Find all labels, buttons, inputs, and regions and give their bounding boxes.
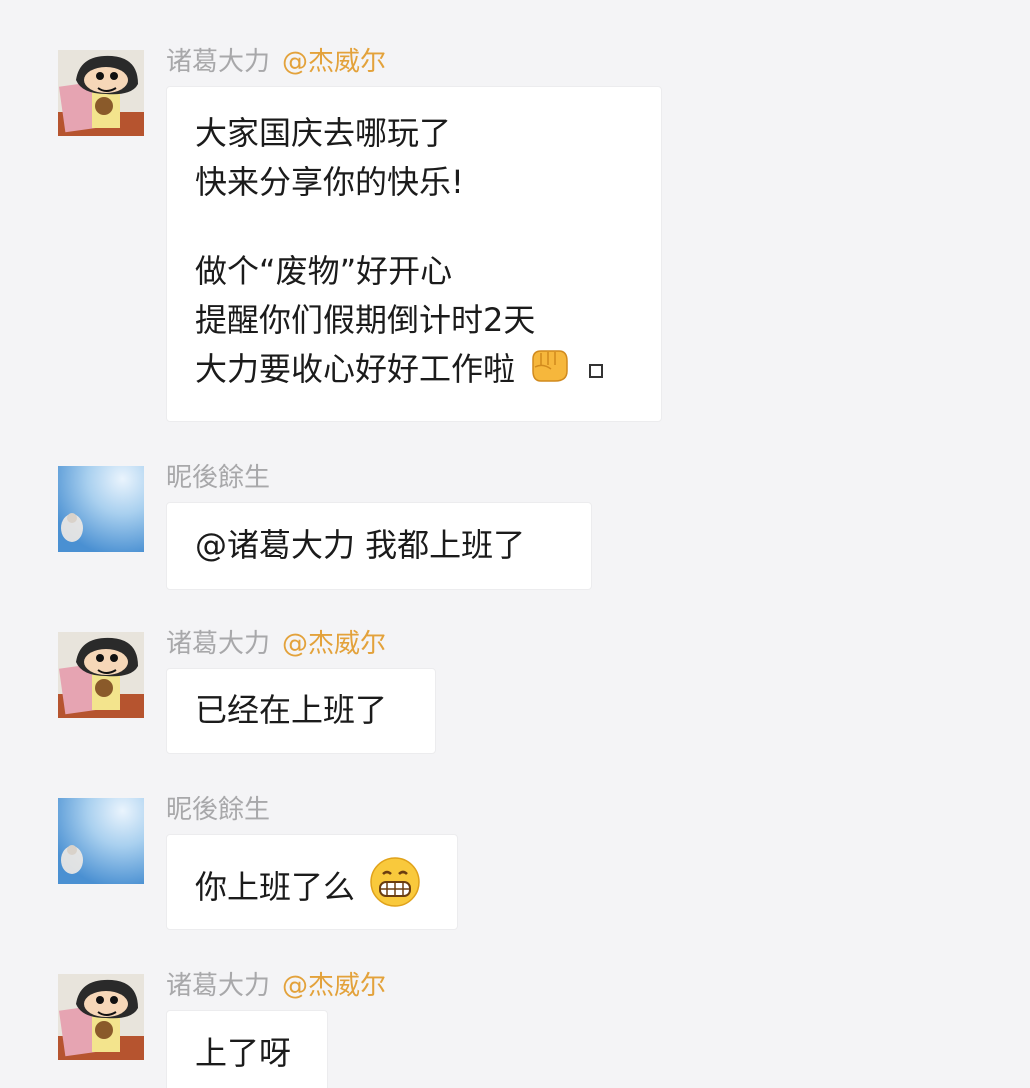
message-text: 你上班了么 (195, 868, 356, 906)
message-line: 大家国庆去哪玩了 (195, 114, 452, 152)
sender-name[interactable]: 诸葛大力 (166, 629, 270, 659)
sender-name[interactable]: 昵後餘生 (166, 795, 270, 825)
message-line: 提醒你们假期倒计时2天 (195, 301, 536, 339)
message-bubble[interactable]: 已经在上班了 (166, 668, 436, 754)
message-line-with-emoji: 大力要收心好好工作啦 (195, 345, 633, 394)
cartoon-boy-avatar-icon (58, 632, 144, 718)
fist-emoji-icon (529, 345, 569, 397)
message-line: 快来分享你的快乐! (195, 163, 464, 201)
sender-row: 诸葛大力 @杰威尔 (166, 44, 386, 80)
grin-emoji-icon (369, 856, 421, 922)
message-line: 做个“废物”好开心 (195, 252, 453, 290)
mention-tag[interactable]: @杰威尔 (282, 971, 386, 1001)
avatar[interactable] (58, 50, 144, 136)
sender-row: 诸葛大力 @杰威尔 (166, 968, 386, 1004)
sender-row: 诸葛大力 @杰威尔 (166, 626, 386, 662)
sender-name[interactable]: 昵後餘生 (166, 463, 270, 493)
box-glyph-icon (589, 364, 604, 378)
message-text: 大力要收心好好工作啦 (195, 350, 516, 388)
message-bubble[interactable]: 你上班了么 (166, 834, 458, 930)
sender-name[interactable]: 诸葛大力 (166, 47, 270, 77)
cartoon-boy-avatar-icon (58, 974, 144, 1060)
blue-sky-avatar-icon (58, 466, 144, 552)
message-bubble[interactable]: 大家国庆去哪玩了 快来分享你的快乐! 做个“废物”好开心 提醒你们假期倒计时2天… (166, 86, 662, 422)
mention-tag[interactable]: @杰威尔 (282, 629, 386, 659)
blue-sky-avatar-icon (58, 798, 144, 884)
avatar[interactable] (58, 974, 144, 1060)
sender-name[interactable]: 诸葛大力 (166, 971, 270, 1001)
avatar[interactable] (58, 466, 144, 552)
chat-conversation: 诸葛大力 @杰威尔 大家国庆去哪玩了 快来分享你的快乐! 做个“废物”好开心 提醒… (0, 0, 1030, 1088)
sender-row: 昵後餘生 (166, 792, 270, 828)
avatar[interactable] (58, 798, 144, 884)
message-bubble[interactable]: @诸葛大力 我都上班了 (166, 502, 592, 590)
mention-tag[interactable]: @杰威尔 (282, 47, 386, 77)
message-line: 已经在上班了 (195, 691, 388, 729)
message-line-with-emoji: 你上班了么 (195, 856, 429, 907)
sender-row: 昵後餘生 (166, 460, 270, 496)
message-bubble[interactable]: 上了呀 (166, 1010, 328, 1088)
avatar[interactable] (58, 632, 144, 718)
message-line: 上了呀 (195, 1034, 292, 1072)
cartoon-boy-avatar-icon (58, 50, 144, 136)
message-line: @诸葛大力 我都上班了 (195, 526, 526, 564)
